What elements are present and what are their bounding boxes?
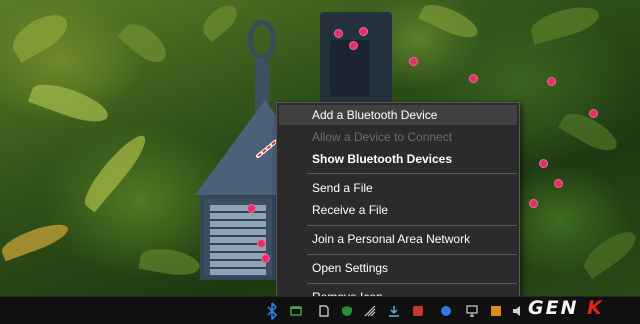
menu-item-show-bluetooth-devices[interactable]: Show Bluetooth Devices	[279, 149, 517, 169]
menu-item-label: Show Bluetooth Devices	[312, 152, 453, 166]
bluetooth-icon[interactable]	[266, 302, 278, 320]
menu-item-label: Join a Personal Area Network	[312, 232, 471, 246]
app-icon[interactable]	[490, 305, 502, 317]
menu-separator	[307, 254, 517, 255]
menu-item-open-settings[interactable]: Open Settings	[279, 258, 517, 278]
document-icon[interactable]	[318, 305, 330, 317]
menu-separator	[307, 283, 517, 284]
network-icon[interactable]	[466, 305, 478, 317]
menu-item-label: Add a Bluetooth Device	[312, 108, 438, 122]
menu-separator	[307, 225, 517, 226]
menu-item-label: Receive a File	[312, 203, 389, 217]
watermark-accent-letter: K	[587, 297, 604, 319]
menu-item-label: Allow a Device to Connect	[312, 130, 453, 144]
menu-item-label: Send a File	[312, 181, 373, 195]
menu-item-join-personal-area-network[interactable]: Join a Personal Area Network	[279, 229, 517, 249]
shield-icon[interactable]	[341, 305, 353, 317]
signal-icon[interactable]	[364, 305, 376, 317]
watermark-text: GEN	[528, 297, 579, 319]
app-icon[interactable]	[440, 305, 452, 317]
menu-item-add-bluetooth-device[interactable]: Add a Bluetooth Device	[279, 105, 517, 125]
bluetooth-context-menu: Add a Bluetooth Device Allow a Device to…	[276, 102, 520, 310]
menu-item-label: Open Settings	[312, 261, 389, 275]
watermark-logo: GEN K	[528, 296, 604, 320]
window-icon[interactable]	[290, 305, 302, 317]
download-icon[interactable]	[388, 305, 400, 317]
menu-item-send-file[interactable]: Send a File	[279, 178, 517, 198]
menu-item-receive-file[interactable]: Receive a File	[279, 200, 517, 220]
app-icon[interactable]	[412, 305, 424, 317]
menu-item-allow-device-to-connect[interactable]: Allow a Device to Connect	[279, 127, 517, 147]
menu-separator	[307, 173, 517, 174]
volume-icon[interactable]	[512, 305, 524, 317]
